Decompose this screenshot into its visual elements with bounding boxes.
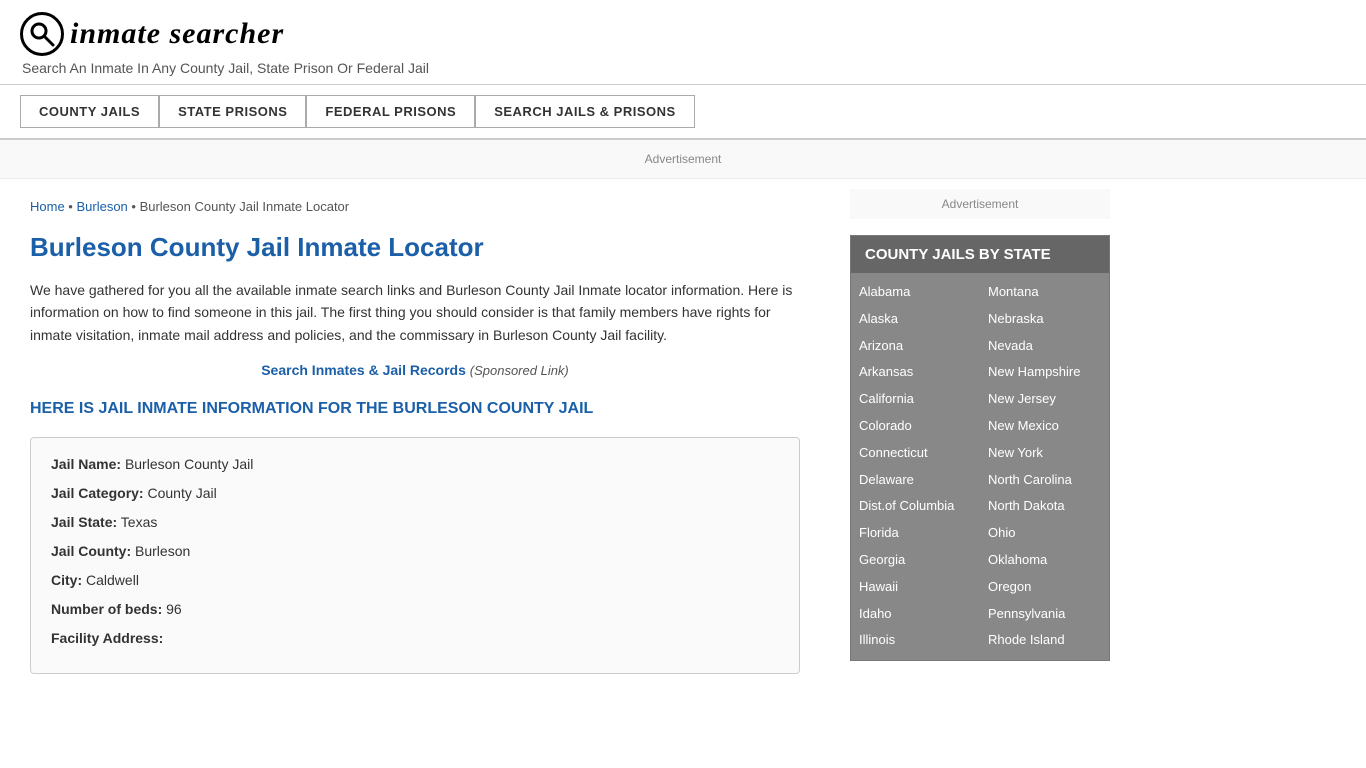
state-link[interactable]: Alaska — [859, 306, 972, 333]
jail-name-label: Jail Name: — [51, 456, 121, 472]
tagline: Search An Inmate In Any County Jail, Sta… — [22, 60, 1346, 76]
jail-category-label: Jail Category: — [51, 485, 144, 501]
jail-state-row: Jail State: Texas — [51, 512, 779, 533]
jail-state-label: Jail State: — [51, 514, 117, 530]
sponsored-label: (Sponsored Link) — [470, 363, 569, 378]
beds-label: Number of beds: — [51, 601, 162, 617]
jail-state-value-text: Texas — [121, 514, 158, 530]
sidebar: Advertisement COUNTY JAILS BY STATE Alab… — [830, 179, 1130, 694]
state-link[interactable]: Idaho — [859, 601, 972, 628]
state-link[interactable]: Georgia — [859, 547, 972, 574]
info-box: Jail Name: Burleson County Jail Jail Cat… — [30, 437, 800, 674]
state-link[interactable]: Nebraska — [988, 306, 1101, 333]
state-link[interactable]: New Hampshire — [988, 359, 1101, 386]
state-link[interactable]: Montana — [988, 279, 1101, 306]
nav-federal-prisons[interactable]: FEDERAL PRISONS — [306, 95, 475, 128]
state-link[interactable]: Hawaii — [859, 574, 972, 601]
jail-category-row: Jail Category: County Jail — [51, 483, 779, 504]
sponsored: Search Inmates & Jail Records (Sponsored… — [30, 362, 800, 378]
state-link[interactable]: New Mexico — [988, 413, 1101, 440]
jail-county-row: Jail County: Burleson — [51, 541, 779, 562]
jail-county-value-text: Burleson — [135, 543, 190, 559]
sub-heading: HERE IS JAIL INMATE INFORMATION FOR THE … — [30, 398, 800, 420]
state-link[interactable]: Delaware — [859, 467, 972, 494]
state-link[interactable]: Colorado — [859, 413, 972, 440]
state-link[interactable]: Illinois — [859, 627, 972, 654]
page-title: Burleson County Jail Inmate Locator — [30, 232, 800, 263]
jail-name-row: Jail Name: Burleson County Jail — [51, 454, 779, 475]
state-link[interactable]: Arizona — [859, 333, 972, 360]
state-link[interactable]: Rhode Island — [988, 627, 1101, 654]
nav-search-jails[interactable]: SEARCH JAILS & PRISONS — [475, 95, 694, 128]
content: Home • Burleson • Burleson County Jail I… — [0, 179, 830, 694]
city-row: City: Caldwell — [51, 570, 779, 591]
breadcrumb: Home • Burleson • Burleson County Jail I… — [30, 199, 800, 214]
city-label: City: — [51, 572, 82, 588]
logo-icon — [20, 12, 64, 56]
nav-county-jails[interactable]: COUNTY JAILS — [20, 95, 159, 128]
beds-value-text: 96 — [166, 601, 182, 617]
jail-category-value-text: County Jail — [147, 485, 216, 501]
breadcrumb-parent[interactable]: Burleson — [76, 199, 127, 214]
jail-county-label: Jail County: — [51, 543, 131, 559]
state-col-right: MontanaNebraskaNevadaNew HampshireNew Je… — [980, 279, 1109, 654]
sidebar-ad: Advertisement — [850, 189, 1110, 219]
state-link[interactable]: Alabama — [859, 279, 972, 306]
state-link[interactable]: North Dakota — [988, 493, 1101, 520]
state-link[interactable]: Ohio — [988, 520, 1101, 547]
breadcrumb-current: Burleson County Jail Inmate Locator — [140, 199, 350, 214]
city-value-text: Caldwell — [86, 572, 139, 588]
state-link[interactable]: New Jersey — [988, 386, 1101, 413]
state-link[interactable]: Arkansas — [859, 359, 972, 386]
state-link[interactable]: Nevada — [988, 333, 1101, 360]
address-label: Facility Address: — [51, 630, 163, 646]
breadcrumb-home[interactable]: Home — [30, 199, 65, 214]
logo-area: inmate searcher — [20, 12, 1346, 56]
ad-banner: Advertisement — [0, 140, 1366, 179]
state-link[interactable]: Dist.of Columbia — [859, 493, 972, 520]
state-box: COUNTY JAILS BY STATE AlabamaAlaskaArizo… — [850, 235, 1110, 661]
state-link[interactable]: Connecticut — [859, 440, 972, 467]
state-link[interactable]: California — [859, 386, 972, 413]
state-columns: AlabamaAlaskaArizonaArkansasCaliforniaCo… — [851, 273, 1109, 660]
state-link[interactable]: Pennsylvania — [988, 601, 1101, 628]
state-link[interactable]: Oregon — [988, 574, 1101, 601]
logo-text: inmate searcher — [70, 17, 284, 51]
state-link[interactable]: New York — [988, 440, 1101, 467]
state-col-left: AlabamaAlaskaArizonaArkansasCaliforniaCo… — [851, 279, 980, 654]
state-link[interactable]: North Carolina — [988, 467, 1101, 494]
state-box-title: COUNTY JAILS BY STATE — [851, 236, 1109, 273]
state-link[interactable]: Oklahoma — [988, 547, 1101, 574]
main: Home • Burleson • Burleson County Jail I… — [0, 179, 1366, 694]
sponsored-link[interactable]: Search Inmates & Jail Records — [261, 362, 466, 378]
beds-row: Number of beds: 96 — [51, 599, 779, 620]
address-row: Facility Address: — [51, 628, 779, 649]
state-link[interactable]: Florida — [859, 520, 972, 547]
nav: COUNTY JAILS STATE PRISONS FEDERAL PRISO… — [0, 85, 1366, 140]
nav-state-prisons[interactable]: STATE PRISONS — [159, 95, 306, 128]
nav-buttons: COUNTY JAILS STATE PRISONS FEDERAL PRISO… — [20, 95, 1346, 128]
description: We have gathered for you all the availab… — [30, 279, 800, 346]
jail-name-value-text: Burleson County Jail — [125, 456, 253, 472]
header: inmate searcher Search An Inmate In Any … — [0, 0, 1366, 85]
